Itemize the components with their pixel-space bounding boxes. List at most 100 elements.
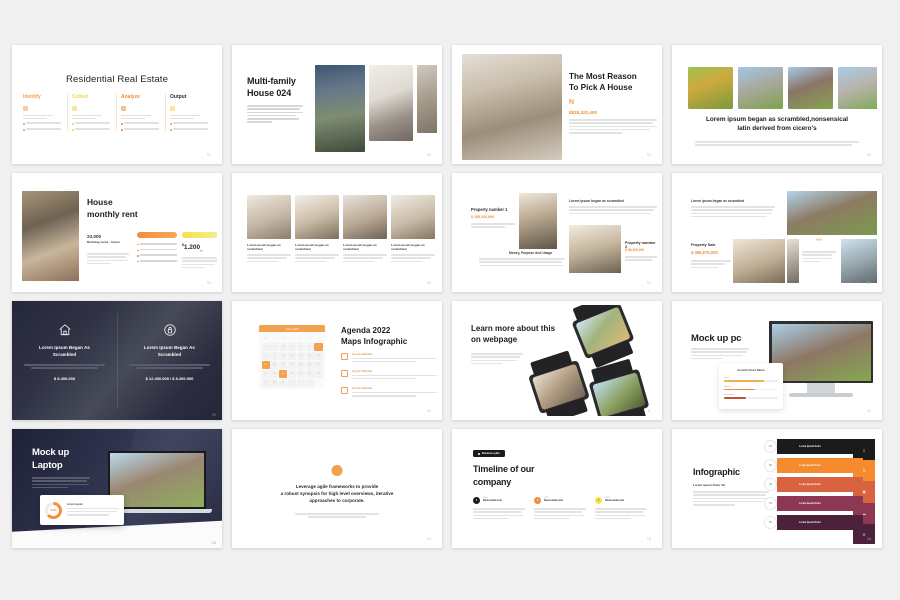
column-collect: Collect (67, 94, 113, 132)
slide-multi-family-house[interactable]: Multi-family House 024 02 (232, 45, 442, 164)
page-number: 14 (427, 537, 431, 541)
slide-house-monthly-rent[interactable]: House monthly rent 23.000 Building name … (12, 173, 222, 292)
calendar-day[interactable]: 17 (279, 360, 288, 370)
calendar-day[interactable]: 11 (287, 352, 297, 361)
calendar-day[interactable]: 18 (287, 360, 297, 370)
calendar-day[interactable] (305, 378, 314, 387)
agenda-item: At your effective (341, 387, 437, 398)
page-number: 08 (867, 281, 871, 285)
calendar-day[interactable]: 10 (279, 352, 288, 361)
calendar-day[interactable]: 13 (305, 352, 314, 361)
collect-icon (72, 106, 77, 111)
status-badge: Business plan (473, 450, 505, 457)
calendar-day[interactable]: 3 (279, 343, 288, 352)
page-number: 07 (647, 281, 651, 285)
slide-most-reason-pick-house[interactable]: The Most Reason To Pick A House N $825,3… (452, 45, 662, 164)
property-1-label: Property number 1 (471, 207, 508, 212)
calendar-day[interactable]: 12 (296, 352, 305, 361)
agenda-item-title: At your effective (352, 353, 373, 356)
slide-property-sale[interactable]: Lorem ipsum began as scrambled Property … (672, 173, 882, 292)
slide-interior-grid[interactable]: Lorem ipsum began as scrambled Lorem ips… (232, 173, 442, 292)
funnel-step[interactable]: 05 Lorem Ipsum Dolor (764, 515, 863, 530)
slide-residential-real-estate[interactable]: Residential Real Estate Identify Collect (12, 45, 222, 164)
lock-icon (163, 323, 177, 337)
calendar-day[interactable]: 27 (305, 369, 314, 378)
photo-house-1 (688, 67, 733, 109)
weekday: T (273, 337, 275, 340)
analyze-icon (121, 106, 126, 111)
calendar-widget[interactable]: June 2022 M T W T F S S 1 2 3 4 5 6 7 8 (259, 325, 325, 390)
body-text (32, 477, 90, 490)
column-output: Output (165, 94, 211, 132)
calendar-day[interactable]: 2 (270, 343, 279, 352)
weekday: S (317, 337, 320, 340)
donut-value: 64% (48, 504, 59, 516)
cell-header: Lorem ipsum began as scrambled (295, 243, 329, 251)
calendar-day-selected[interactable]: 24 (279, 369, 288, 378)
title-line-1: House (87, 197, 113, 207)
slide-agile-quote[interactable]: Leverage agile frameworks to provide a r… (232, 429, 442, 548)
calendar-day[interactable]: 4 (287, 343, 297, 352)
slide-property-numbers[interactable]: Property number 1 $ 155,240,000 Lorem ip… (452, 173, 662, 292)
slide-learn-more-webpage[interactable]: Learn more about this on webpage 11 (452, 301, 662, 420)
calendar-day[interactable]: 28 (314, 369, 323, 378)
slide-lorem-ipsum-scrambled-houses[interactable]: Lorem ipsum began as scrambled,nonsensic… (672, 45, 882, 164)
calendar-day[interactable]: 16 (270, 360, 279, 370)
calendar-day[interactable]: 21 (314, 360, 323, 370)
card-title: Lorem ipsum (67, 502, 83, 506)
funnel-step[interactable]: 04 Lorem Ipsum Dolor (764, 496, 863, 511)
calendar-grid: M T W T F S S 1 2 3 4 5 6 7 8 9 10 11 12… (259, 332, 325, 389)
photo-interior-2 (295, 195, 339, 239)
funnel-step-label: Lorem Ipsum Dolor (799, 464, 821, 467)
calendar-day[interactable]: 23 (270, 369, 279, 378)
page-title: Infographic (693, 467, 740, 477)
section-header: Lorem ipsum began as scrambled (691, 199, 745, 203)
slide-agenda-maps-infographic[interactable]: June 2022 M T W T F S S 1 2 3 4 5 6 7 8 (232, 301, 442, 420)
calendar-day[interactable]: 20 (305, 360, 314, 370)
quote-line-1: Leverage agile frameworks to provide (295, 484, 379, 489)
body-text (471, 353, 523, 366)
slide-infographic-funnel[interactable]: Infographic Lorem ipsum Dolor Sit ⤓ ⚿ ▣ … (672, 429, 882, 548)
body-text (691, 348, 749, 361)
funnel-step[interactable]: 03 Lorem Ipsum Dolor (764, 477, 863, 492)
photo-grid: Lorem ipsum began as scrambled Lorem ips… (247, 195, 435, 264)
slide-timeline-company[interactable]: Business plan Timeline of our company 1 … (452, 429, 662, 548)
title-line-2: Laptop (32, 459, 63, 471)
calendar-day[interactable]: 5 (296, 343, 305, 352)
price-period: /y (200, 248, 203, 253)
body-text (695, 141, 859, 148)
calendar-day[interactable]: 14 (314, 352, 323, 361)
calendar-day[interactable]: 1 (261, 343, 270, 352)
calendar-day[interactable]: 8 (261, 352, 270, 361)
slide-mock-up-laptop[interactable]: Mock up Laptop 64% Lorem ipsum 13 (12, 429, 222, 548)
slide-dark-two-column[interactable]: Lorem Ipsum Began As Scrambled $ 8.400.0… (12, 301, 222, 420)
title-line-1: Agenda 2022 (341, 326, 391, 335)
calendar-day-selected[interactable]: 7 (314, 343, 323, 352)
calendar-day[interactable]: 31 (279, 378, 288, 387)
page-number: 13 (212, 541, 216, 545)
page-number: 03 (647, 153, 651, 157)
calendar-day[interactable]: 19 (296, 360, 305, 370)
calendar-day[interactable] (296, 378, 305, 387)
center-body (479, 258, 565, 268)
calendar-day[interactable] (287, 378, 297, 387)
monitor-mockup (769, 321, 873, 383)
calendar-day[interactable]: 29 (261, 378, 270, 387)
column-heading: Lorem Ipsum Began As Scrambled (24, 345, 105, 358)
calendar-day[interactable]: 9 (270, 352, 279, 361)
calendar-day[interactable]: 26 (296, 369, 305, 378)
feature-list (137, 243, 177, 266)
slide-mock-up-pc[interactable]: Mock up pc Growth Chart Name Sales Renta… (672, 301, 882, 420)
funnel-step[interactable]: 02 Lorem Ipsum Dolor (764, 458, 863, 473)
calendar-day[interactable]: 25 (287, 369, 297, 378)
photo-property-2 (569, 225, 621, 273)
calendar-day[interactable]: 6 (305, 343, 314, 352)
feature-item (137, 248, 177, 252)
funnel-step[interactable]: 01 Lorem Ipsum Dolor (764, 439, 859, 454)
calendar-day[interactable]: 22 (261, 369, 270, 378)
calendar-day[interactable]: 30 (270, 378, 279, 387)
monitor-stand (807, 383, 835, 393)
calendar-day-selected[interactable]: 15 (261, 360, 270, 370)
stat-card: 64% Lorem ipsum (40, 495, 124, 525)
quote-line-3: approaches to corporate. (309, 498, 365, 503)
